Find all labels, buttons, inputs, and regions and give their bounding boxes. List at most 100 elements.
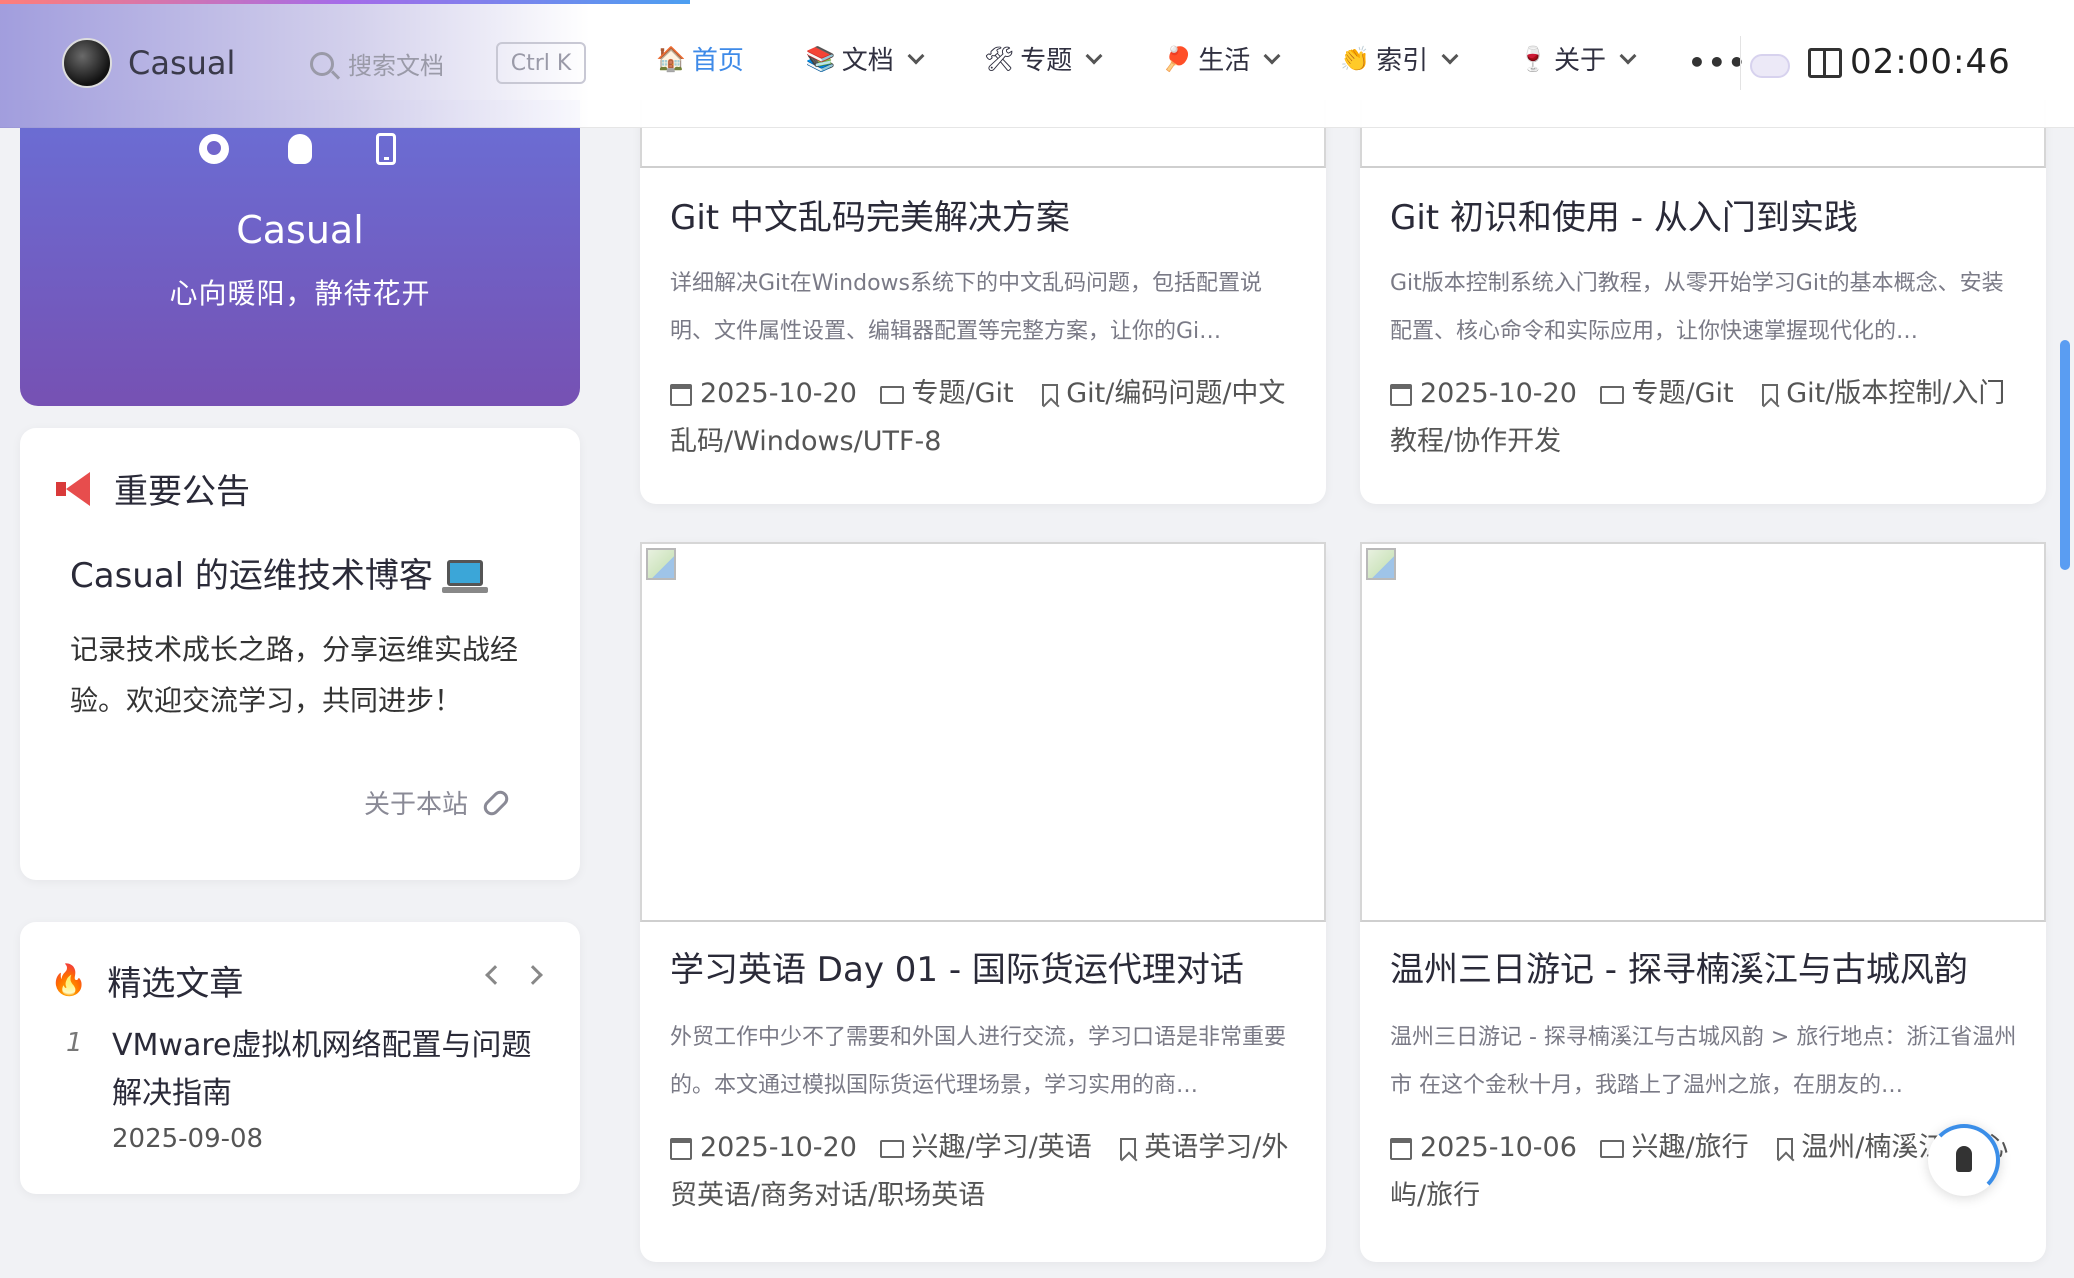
folder-icon — [879, 385, 904, 404]
post-excerpt: Git版本控制系统入门教程，从零开始学习Git的基本概念、安装配置、核心命令和实… — [1390, 271, 2004, 344]
featured-heading-label: 精选文章 — [107, 964, 244, 1004]
house-icon: 🏠 — [656, 44, 686, 73]
megaphone-icon — [56, 472, 96, 506]
brand-logo-avatar — [62, 38, 112, 88]
bookmark-icon — [1777, 1137, 1794, 1160]
bookmark-icon — [1762, 383, 1779, 406]
rocket-icon — [1956, 1146, 1972, 1172]
chevron-down-icon — [1085, 47, 1103, 64]
top-navbar: Casual 搜索文档 Ctrl K 🏠 首页 📚 文档 🛠 专题 🏓 生活 👏… — [0, 0, 2074, 128]
brand-name: Casual — [128, 44, 236, 82]
search-icon — [310, 51, 334, 76]
nav-item-about[interactable]: 🍷 关于 — [1518, 40, 1637, 77]
about-site-link-label: 关于本站 — [363, 790, 468, 820]
nav-item-label: 关于 — [1554, 46, 1607, 76]
qq-icon[interactable] — [283, 132, 317, 166]
brand[interactable]: Casual — [62, 38, 235, 88]
post-card[interactable]: 学习英语 Day 01 - 国际货运代理对话 外贸工作中少不了需要和外国人进行交… — [640, 542, 1326, 1262]
chevron-down-icon — [1263, 47, 1281, 64]
chevron-down-icon — [907, 47, 925, 64]
nav-menu: 🏠 首页 📚 文档 🛠 专题 🏓 生活 👏 索引 🍷 关于 — [656, 40, 1696, 77]
profile-name: Casual — [236, 208, 364, 252]
calendar-icon — [670, 1137, 692, 1160]
post-cover-image[interactable] — [1360, 542, 2046, 922]
calendar-icon — [670, 383, 692, 406]
folder-icon — [1599, 1139, 1624, 1158]
post-meta: 2025-10-06 兴趣/旅行 温州/楠溪江/江心屿/旅行 — [1390, 1124, 2020, 1220]
chevron-down-icon — [1619, 47, 1637, 64]
post-category[interactable]: 兴趣/学习/英语 — [912, 1132, 1092, 1163]
nav-item-topics[interactable]: 🛠 专题 — [983, 40, 1103, 77]
chevron-down-icon — [1441, 47, 1459, 64]
featured-item-title[interactable]: VMware虚拟机网络配置与问题解决指南 — [112, 1022, 532, 1118]
nav-item-label: 首页 — [691, 46, 744, 76]
notice-card: 重要公告 Casual 的运维技术博客 记录技术成长之路，分享运维实战经验。欢迎… — [20, 428, 580, 880]
search-placeholder: 搜索文档 — [348, 52, 444, 80]
post-category[interactable]: 兴趣/旅行 — [1632, 1132, 1749, 1163]
calendar-icon — [1390, 383, 1412, 406]
nav-item-home[interactable]: 🏠 首页 — [656, 40, 744, 77]
notice-body: 记录技术成长之路，分享运维实战经验。欢迎交流学习，共同进步！ — [70, 633, 519, 717]
nav-item-life[interactable]: 🏓 生活 — [1162, 40, 1281, 77]
tools-icon: 🛠 — [983, 44, 1015, 73]
phone-icon[interactable] — [369, 132, 403, 166]
folder-icon — [879, 1139, 904, 1158]
post-card[interactable]: Git 初识和使用 - 从入门到实践 Git版本控制系统入门教程，从零开始学习G… — [1360, 100, 2046, 504]
post-title[interactable]: 学习英语 Day 01 - 国际货运代理对话 — [670, 942, 1244, 991]
post-meta: 2025-10-20 兴趣/学习/英语 英语学习/外贸英语/商务对话/职场英语 — [670, 1124, 1300, 1220]
featured-item-date: 2025-09-08 — [112, 1124, 264, 1154]
bookmark-icon — [1042, 383, 1059, 406]
post-date: 2025-10-06 — [1420, 1132, 1577, 1163]
post-category[interactable]: 专题/Git — [1632, 378, 1734, 409]
reading-progress-bar — [0, 0, 690, 4]
post-title[interactable]: Git 中文乱码完美解决方案 — [670, 190, 1070, 239]
wine-glass-icon: 🍷 — [1518, 44, 1548, 73]
featured-articles-card: 🔥 精选文章 1 VMware虚拟机网络配置与问题解决指南 2025-09-08 — [20, 922, 580, 1194]
nav-item-index[interactable]: 👏 索引 — [1340, 40, 1459, 77]
post-title[interactable]: 温州三日游记 - 探寻楠溪江与古城风韵 — [1390, 942, 1968, 991]
post-category[interactable]: 专题/Git — [912, 378, 1014, 409]
featured-item-number: 1 — [66, 1028, 83, 1058]
chevron-left-icon[interactable] — [485, 965, 505, 985]
nav-item-label: 文档 — [841, 46, 894, 76]
notice-title-text: Casual 的运维技术博客 — [70, 556, 433, 596]
clock: 02:00:46 — [1850, 42, 2011, 82]
notice-heading-label: 重要公告 — [114, 472, 250, 512]
back-to-top-button[interactable] — [1928, 1124, 2000, 1196]
nav-item-docs[interactable]: 📚 文档 — [805, 40, 925, 77]
featured-carousel-nav — [485, 965, 543, 985]
fire-icon: 🔥 — [50, 963, 88, 998]
social-links — [20, 132, 580, 166]
calendar-icon — [1390, 1137, 1412, 1160]
folder-icon — [1599, 385, 1624, 404]
books-icon: 📚 — [805, 44, 836, 73]
post-meta: 2025-10-20 专题/Git Git/编码问题/中文乱码/Windows/… — [670, 370, 1300, 466]
post-cover-image[interactable] — [640, 542, 1326, 922]
broken-image-icon — [1366, 548, 1396, 580]
post-date: 2025-10-20 — [1420, 378, 1577, 409]
post-date: 2025-10-20 — [700, 378, 857, 409]
bookmark-icon — [1120, 1137, 1137, 1160]
search-button[interactable]: 搜索文档 — [310, 46, 444, 81]
nav-item-label: 生活 — [1198, 46, 1251, 76]
nav-item-label: 索引 — [1376, 46, 1429, 76]
chevron-right-icon[interactable] — [523, 965, 543, 985]
post-date: 2025-10-20 — [700, 1132, 857, 1163]
post-meta: 2025-10-20 专题/Git Git/版本控制/入门教程/协作开发 — [1390, 370, 2020, 466]
laptop-icon — [441, 559, 488, 593]
clapping-hands-icon: 👏 — [1340, 44, 1371, 73]
github-icon[interactable] — [197, 132, 231, 166]
reading-mode-icon[interactable] — [1808, 48, 1842, 78]
nav-item-label: 专题 — [1020, 46, 1073, 76]
post-title[interactable]: Git 初识和使用 - 从入门到实践 — [1390, 190, 1858, 239]
post-card[interactable]: Git 中文乱码完美解决方案 详细解决Git在Windows系统下的中文乱码问题… — [640, 100, 1326, 504]
profile-motto: 心向暖阳，静待花开 — [169, 277, 431, 310]
ping-pong-icon: 🏓 — [1162, 44, 1193, 73]
more-icon[interactable]: ••• — [1688, 46, 1748, 79]
featured-heading: 🔥 精选文章 — [50, 956, 243, 1005]
scrollbar-thumb[interactable] — [2060, 340, 2070, 570]
theme-toggle[interactable] — [1750, 54, 1790, 78]
about-site-link[interactable]: 关于本站 — [363, 784, 512, 821]
profile-card: Casual 心向暖阳，静待花开 — [20, 100, 580, 406]
post-excerpt: 外贸工作中少不了需要和外国人进行交流，学习口语是非常重要的。本文通过模拟国际货运… — [670, 1025, 1287, 1098]
